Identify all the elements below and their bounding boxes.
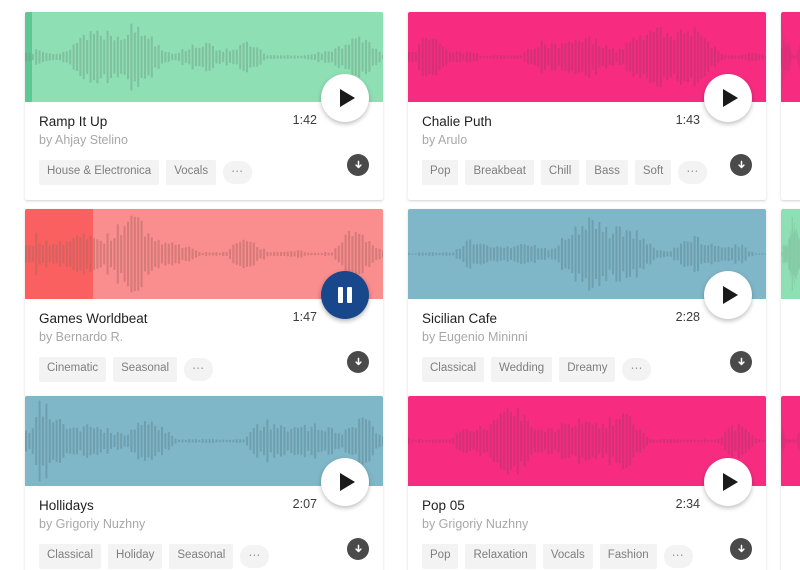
track-card[interactable]: Games Worldbeat by Bernardo R. 1:47 Cinemat…	[25, 209, 383, 397]
track-artist: by Grigoriy Nuzhny	[39, 517, 146, 531]
download-button[interactable]	[730, 538, 752, 560]
track-tag[interactable]: Fashion	[599, 544, 657, 569]
play-icon	[722, 89, 738, 107]
track-duration: 1:47	[292, 310, 317, 324]
track-artist: by Ahjay Stelino	[39, 133, 128, 147]
track-meta	[781, 102, 800, 200]
track-tag[interactable]: Wedding	[491, 357, 553, 382]
download-button[interactable]	[730, 351, 752, 373]
play-icon	[722, 473, 738, 491]
track-artist: by Arulo	[422, 133, 468, 147]
track-tag[interactable]: Holiday	[108, 544, 163, 569]
track-title: Hollidays	[39, 498, 94, 513]
track-meta	[781, 486, 800, 570]
track-title: Pop 05	[422, 498, 465, 513]
track-tag[interactable]: Soft	[634, 160, 672, 185]
track-title: Chalie Puth	[422, 114, 492, 129]
track-tag[interactable]: Breakbeat	[465, 160, 534, 185]
more-tags-button[interactable]: ⋯	[223, 160, 253, 184]
play-button[interactable]	[321, 74, 369, 122]
download-button[interactable]	[730, 154, 752, 176]
track-tags: House & Electronica Vocals ⋯	[39, 160, 369, 185]
track-card[interactable]: Hollidays by Grigoriy Nuzhny 2:07 Classical…	[25, 396, 383, 570]
play-icon	[722, 286, 738, 304]
play-button[interactable]	[321, 458, 369, 506]
track-duration: 1:42	[292, 113, 317, 127]
track-tag[interactable]: Classical	[39, 544, 102, 569]
waveform[interactable]	[781, 396, 800, 486]
track-tag[interactable]: Seasonal	[169, 544, 234, 569]
track-tag[interactable]: Chill	[540, 160, 580, 185]
download-button[interactable]	[347, 154, 369, 176]
download-button[interactable]	[347, 538, 369, 560]
track-tag[interactable]: Pop	[422, 544, 459, 569]
track-card[interactable]: Sicilian Cafe by Eugenio Mininni 2:28 Class…	[408, 209, 766, 397]
download-icon	[737, 357, 745, 365]
track-tags: Pop Breakbeat Chill Bass Soft ⋯	[422, 160, 752, 185]
track-tag[interactable]: Vocals	[542, 544, 593, 569]
track-tag[interactable]: Relaxation	[465, 544, 536, 569]
track-title: Sicilian Cafe	[422, 311, 498, 326]
download-icon	[737, 160, 745, 168]
track-artist: by Bernardo R.	[39, 330, 124, 344]
track-card-partial[interactable]	[781, 12, 800, 200]
play-button[interactable]	[704, 458, 752, 506]
track-tag[interactable]: Seasonal	[113, 357, 178, 382]
track-grid: Ramp It Up by Ahjay Stelino 1:42 House & El…	[0, 0, 800, 570]
track-tag[interactable]: Vocals	[166, 160, 217, 185]
more-tags-button[interactable]: ⋯	[678, 160, 708, 184]
track-card[interactable]: Pop 05 by Grigoriy Nuzhny 2:34 Pop Relaxatio…	[408, 396, 766, 570]
track-card[interactable]: Ramp It Up by Ahjay Stelino 1:42 House & El…	[25, 12, 383, 200]
download-icon	[737, 544, 745, 552]
play-button[interactable]	[704, 74, 752, 122]
more-tags-button[interactable]: ⋯	[663, 544, 693, 568]
download-icon	[354, 357, 362, 365]
pause-button[interactable]	[321, 271, 369, 319]
track-tags: Cinematic Seasonal ⋯	[39, 357, 369, 382]
track-tag[interactable]: House & Electronica	[39, 160, 160, 185]
track-tag[interactable]: Bass	[586, 160, 628, 185]
track-card[interactable]: Chalie Puth by Arulo 1:43 Pop Breakbeat Chill…	[408, 12, 766, 200]
more-tags-button[interactable]: ⋯	[622, 357, 652, 381]
more-tags-button[interactable]: ⋯	[240, 544, 270, 568]
track-tags: Classical Wedding Dreamy ⋯	[422, 357, 752, 382]
track-title: Games Worldbeat	[39, 311, 148, 326]
track-tag[interactable]: Pop	[422, 160, 459, 185]
waveform[interactable]	[781, 209, 800, 299]
more-tags-button[interactable]: ⋯	[184, 357, 214, 381]
track-artist: by Eugenio Mininni	[422, 330, 528, 344]
track-duration: 2:28	[675, 310, 700, 324]
track-duration: 2:07	[292, 497, 317, 511]
track-card-partial[interactable]	[781, 209, 800, 397]
track-tags: Classical Holiday Seasonal ⋯	[39, 544, 369, 569]
download-button[interactable]	[347, 351, 369, 373]
track-tag[interactable]: Classical	[422, 357, 485, 382]
play-icon	[339, 473, 355, 491]
track-tag[interactable]: Dreamy	[559, 357, 616, 382]
download-icon	[354, 160, 362, 168]
track-tags: Pop Relaxation Vocals Fashion ⋯	[422, 544, 752, 569]
track-duration: 2:34	[675, 497, 700, 511]
download-icon	[354, 544, 362, 552]
track-title: Ramp It Up	[39, 114, 108, 129]
play-icon	[339, 89, 355, 107]
pause-icon	[338, 287, 352, 303]
track-card-partial[interactable]	[781, 396, 800, 570]
track-meta	[781, 299, 800, 397]
play-button[interactable]	[704, 271, 752, 319]
track-duration: 1:43	[675, 113, 700, 127]
track-tag[interactable]: Cinematic	[39, 357, 107, 382]
waveform[interactable]	[781, 12, 800, 102]
track-artist: by Grigoriy Nuzhny	[422, 517, 529, 531]
